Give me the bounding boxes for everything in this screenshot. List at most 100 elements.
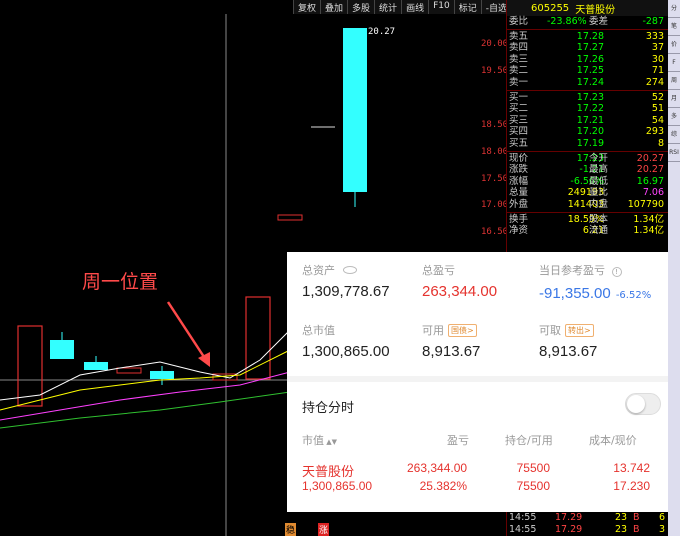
col-market-value[interactable]: 市值 ▲▼ [302,432,337,448]
ask-list: 卖五 17.28 333 卖四 17.27 37 卖三 17.26 30 卖二 17.25 71 卖一 1… [507,31,668,89]
bottom-mark-right: 涨 [318,523,330,536]
stat-label: 总量 [509,187,529,199]
today-pl-value: -91,355.00 [539,285,611,302]
ask-volume: 37 [651,42,664,54]
tick-row: 14:55 17.29 23 B 3 [507,524,669,536]
stat-label: 涨幅 [509,175,529,187]
bid-list: 买一 17.23 52 买二 17.22 51 买三 17.21 54 买四 17.20 293 买五 1… [507,92,668,150]
peak-price-label: 20.27 [368,27,396,37]
row-pl-pct: 25.382% [419,479,467,493]
ask-label: 卖一 [509,76,529,88]
toggle-knob [627,395,645,413]
col-position[interactable]: 持仓/可用 [505,432,553,448]
row-price: 17.230 [613,479,650,493]
sidebar-button[interactable]: RSI [668,144,680,162]
stat2-row[interactable]: 净资 6.21 流通 1.34亿 [507,225,668,237]
stat-label: 涨跌 [509,164,529,176]
market-value-label: 总市值 [302,324,335,337]
tick-volume: 23 [615,523,628,535]
col-cost[interactable]: 成本/现价 [589,432,637,448]
ask-row[interactable]: 卖二 17.25 71 [507,65,668,77]
bid-label: 买二 [509,103,529,115]
toolbar-tongji[interactable]: 统计 [374,0,401,14]
bid-volume: 51 [651,103,664,115]
sidebar-button[interactable]: 价 [668,36,680,54]
toolbar-f10[interactable]: F10 [428,0,454,14]
toolbar-huaxian[interactable]: 画线 [401,0,428,14]
annotation-arrowhead [198,352,210,367]
ask-price: 17.28 [576,30,604,42]
sidebar-button[interactable]: 周 [668,72,680,90]
ask-row[interactable]: 卖四 17.27 37 [507,42,668,54]
tick-price: 17.29 [555,512,583,523]
tick-direction: B [633,523,640,535]
toolbar-duogu[interactable]: 多股 [347,0,374,14]
stat-row[interactable]: 外盘 141403 内盘 107790 [507,199,668,211]
stat-row[interactable]: 涨跌 -1.21 最高 20.27 [507,164,668,176]
ask-row[interactable]: 卖一 17.24 274 [507,77,668,89]
stat-label2: 内盘 [589,198,609,210]
total-assets-label: 总资产 [302,262,357,278]
col-pl[interactable]: 盈亏 [417,432,469,448]
chart-toolbar: 复权 叠加 多股 统计 画线 F10 标记 -自选 返回 [293,0,538,14]
bid-volume: 293 [645,126,664,138]
bid-row[interactable]: 买五 17.19 8 [507,138,668,150]
row-pl: 263,344.00 [407,461,468,475]
candle [343,28,367,192]
bond-link[interactable]: 国债> [448,324,477,337]
stat2-row[interactable]: 换手 18.59% 股本 1.34亿 [507,214,668,226]
bid-row[interactable]: 买一 17.23 52 [507,92,668,104]
stats2-list: 换手 18.59% 股本 1.34亿 净资 6.21 流通 1.34亿 [507,214,668,237]
ask-label: 卖二 [509,65,529,77]
ask-label: 卖四 [509,42,529,54]
weibi-row: 委比 -23.86% 委差 -287 [507,16,668,28]
tick-row: 14:55 17.29 23 B 6 [507,512,669,524]
stat-row[interactable]: 现价 17.23 今开 20.27 [507,153,668,165]
ask-price: 17.24 [576,76,604,88]
stat-row[interactable]: 总量 249193 量比 7.06 [507,187,668,199]
tick-count: 6 [658,512,665,523]
ask-label: 卖三 [509,53,529,65]
intraday-toggle[interactable] [625,393,661,415]
right-sidebar: 分笔价 F 周月多综 RSI [668,0,680,536]
position-row[interactable]: 天普股份 1,300,865.00 263,344.00 25.382% 755… [297,455,662,497]
sidebar-button[interactable]: 月 [668,90,680,108]
sidebar-button[interactable]: 笔 [668,18,680,36]
row-stock-name: 天普股份 [302,464,355,479]
sidebar-button[interactable]: 分 [668,0,680,18]
ask-row[interactable]: 卖五 17.28 333 [507,31,668,43]
stat-row[interactable]: 涨幅 -6.56% 最低 16.97 [507,176,668,188]
ask-volume: 71 [651,65,664,77]
bid-row[interactable]: 买二 17.22 51 [507,103,668,115]
ask-row[interactable]: 卖三 17.26 30 [507,54,668,66]
tick-list: 14:55 17.29 23 B 6 14:55 17.29 23 B 3 [507,512,669,535]
annotation-arrow [166,301,208,361]
bid-price: 17.22 [576,103,604,115]
sidebar-button[interactable]: F [668,54,680,72]
bid-price: 17.20 [576,126,604,138]
ask-price: 17.25 [576,65,604,77]
eye-icon[interactable] [342,266,357,274]
stat-value2: 107790 [627,198,664,210]
bid-volume: 52 [651,91,664,103]
transfer-out-link[interactable]: 转出> [565,324,594,337]
stock-name: 天普股份 [575,4,616,16]
bid-row[interactable]: 买三 17.21 54 [507,115,668,127]
sidebar-button[interactable]: 综 [668,126,680,144]
ask-volume: 30 [651,53,664,65]
bid-price: 17.19 [576,137,604,149]
weibi-label: 委比 [509,16,529,27]
toolbar-biaoji[interactable]: 标记 [453,0,481,14]
sidebar-button[interactable]: 多 [668,108,680,126]
row-available: 75500 [516,479,550,493]
tick-time: 14:55 [509,512,537,523]
info-icon[interactable]: ! [611,267,622,277]
today-pl-pct: -6.52% [615,290,652,301]
price-tick: 17.00 [481,200,509,210]
stat-label: 净资 [509,225,529,237]
ask-price: 17.26 [576,53,604,65]
toolbar-fuquan[interactable]: 复权 [293,0,320,14]
toolbar-diejia[interactable]: 叠加 [320,0,347,14]
bid-row[interactable]: 买四 17.20 293 [507,126,668,138]
stat-label: 外盘 [509,198,529,210]
